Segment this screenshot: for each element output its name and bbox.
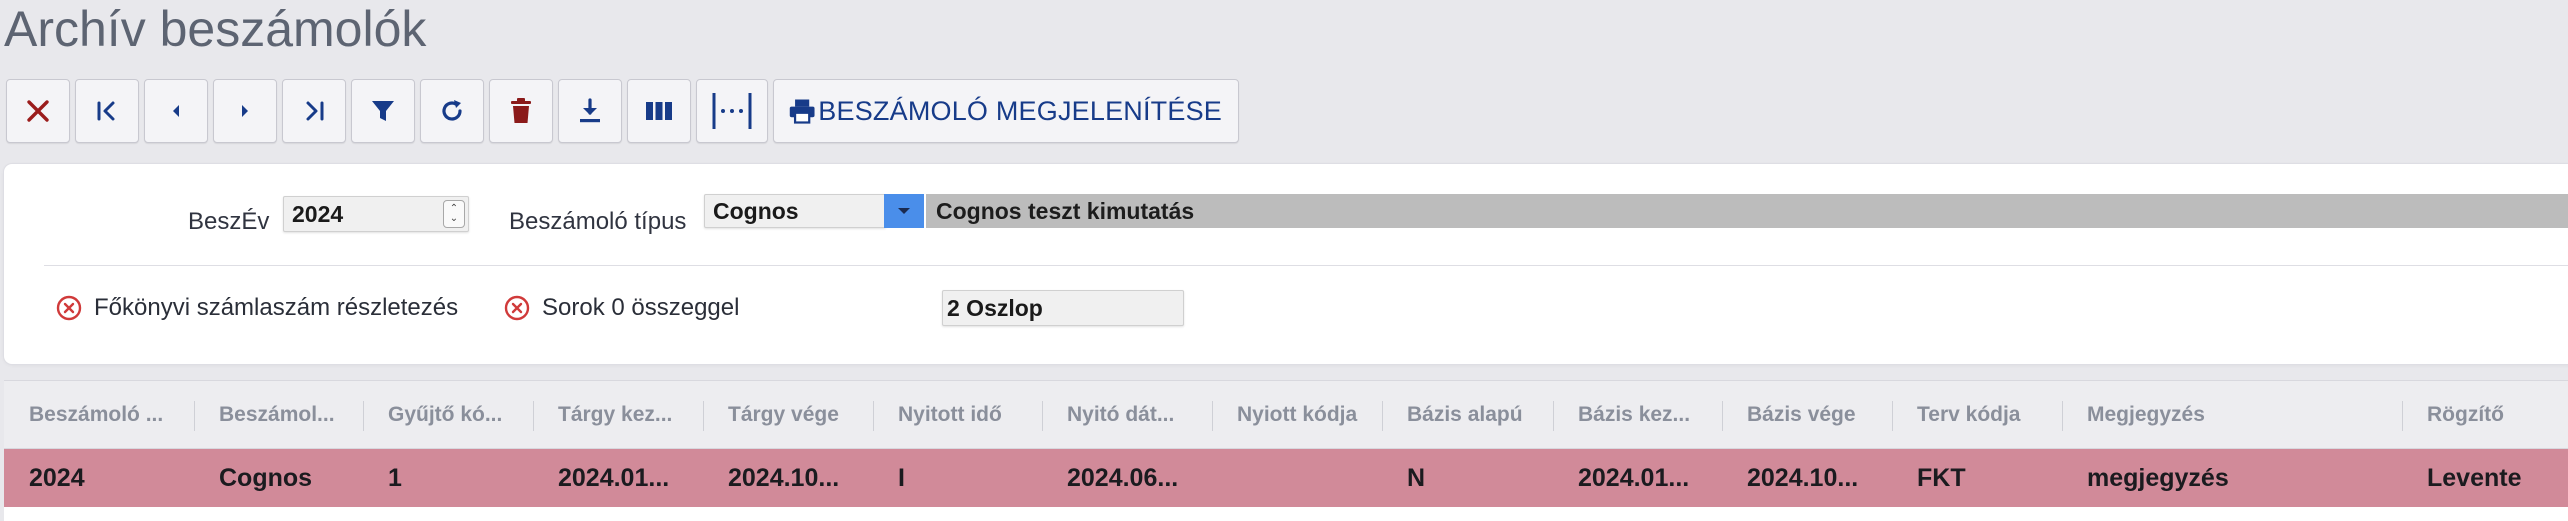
- table-cell: 2024.01...: [558, 464, 670, 492]
- column-separator[interactable]: [1042, 401, 1043, 431]
- download-icon: [580, 98, 600, 123]
- report-type-label: Beszámoló típus: [509, 208, 687, 235]
- caret-down-icon: [898, 208, 910, 214]
- column-separator[interactable]: [1722, 401, 1723, 431]
- filter-icon: [372, 101, 394, 121]
- table-cell: [1212, 449, 1382, 507]
- table-cell: 2024.01...: [1578, 464, 1690, 492]
- table-row[interactable]: 2024 Cognos 1 2024.01... 2024.10... I 2024.06.…: [4, 449, 2568, 507]
- report-type-description: Cognos teszt kimutatás: [926, 194, 2568, 228]
- show-report-label: BESZÁMOLÓ MEGJELENÍTÉSE: [818, 95, 1222, 126]
- year-value: 2024: [292, 200, 344, 227]
- column-separator[interactable]: [1212, 401, 1213, 431]
- report-type-description-text: Cognos teszt kimutatás: [936, 197, 1195, 224]
- last-page-icon: [306, 101, 324, 121]
- table-cell: 2024.10...: [728, 464, 840, 492]
- last-record-button[interactable]: [282, 79, 346, 143]
- column-header[interactable]: Tárgy vége: [703, 381, 873, 448]
- chevron-right-icon: [242, 105, 248, 117]
- refresh-button[interactable]: [420, 79, 484, 143]
- column-separator[interactable]: [363, 401, 364, 431]
- page-title: Archív beszámolók: [4, 1, 427, 57]
- report-type-value: Cognos: [713, 197, 799, 224]
- table-cell: 2024.06...: [1067, 464, 1179, 492]
- column-width-button[interactable]: [696, 79, 768, 143]
- delete-button[interactable]: [489, 79, 553, 143]
- column-header[interactable]: Bázis kez...: [1553, 381, 1722, 448]
- column-header[interactable]: Nyitó dát...: [1042, 381, 1212, 448]
- previous-record-button[interactable]: [144, 79, 208, 143]
- filter-button[interactable]: [351, 79, 415, 143]
- column-width-icon: [712, 93, 752, 129]
- column-header[interactable]: Nyiott kódja: [1212, 381, 1382, 448]
- option-ledger-label: Főkönyvi számlaszám részletezés: [94, 294, 459, 321]
- reports-grid: Beszámoló ... Beszámol... Gyűjtő kó... Tárg…: [4, 380, 2568, 521]
- column-separator[interactable]: [533, 401, 534, 431]
- column-header[interactable]: Terv kódja: [1892, 381, 2062, 448]
- close-icon: [27, 100, 49, 122]
- table-cell: 2024: [29, 464, 85, 492]
- option-zero-rows[interactable]: Sorok 0 összeggel: [504, 294, 739, 322]
- year-stepper-icon[interactable]: ⌃ ⌄: [443, 200, 465, 228]
- table-cell: Levente: [2427, 464, 2522, 492]
- grid-header: Beszámoló ... Beszámol... Gyűjtő kó... Tárg…: [4, 381, 2568, 449]
- column-header[interactable]: Bázis vége: [1722, 381, 1892, 448]
- download-button[interactable]: [558, 79, 622, 143]
- table-cell: 1: [388, 464, 402, 492]
- chevron-left-icon: [173, 105, 179, 117]
- refresh-icon: [442, 100, 462, 121]
- column-header[interactable]: Megjegyzés: [2062, 381, 2402, 448]
- column-header[interactable]: Bázis alapú: [1382, 381, 1553, 448]
- column-header[interactable]: Gyűjtő kó...: [363, 381, 533, 448]
- table-cell: megjegyzés: [2087, 464, 2229, 492]
- next-record-button[interactable]: [213, 79, 277, 143]
- year-field[interactable]: 2024 ⌃ ⌄: [283, 196, 469, 232]
- option-zero-rows-label: Sorok 0 összeggel: [542, 294, 740, 321]
- first-record-button[interactable]: [75, 79, 139, 143]
- report-type-select[interactable]: Cognos: [704, 194, 886, 228]
- table-cell: I: [898, 464, 905, 492]
- column-separator[interactable]: [194, 401, 195, 431]
- column-header[interactable]: Rögzítő: [2402, 381, 2568, 448]
- year-label: BeszÉv: [188, 208, 270, 235]
- report-type-dropdown-button[interactable]: [884, 194, 924, 228]
- table-cell: 2024.10...: [1747, 464, 1859, 492]
- column-header[interactable]: Beszámol...: [194, 381, 363, 448]
- form-divider: [44, 265, 2568, 266]
- column-separator[interactable]: [2062, 401, 2063, 431]
- columns-icon: [646, 102, 672, 120]
- close-button[interactable]: [6, 79, 70, 143]
- column-separator[interactable]: [703, 401, 704, 431]
- toolbar: BESZÁMOLÓ MEGJELENÍTÉSE: [6, 78, 1239, 144]
- column-header[interactable]: Tárgy kez...: [533, 381, 703, 448]
- column-header[interactable]: Beszámoló ...: [4, 381, 194, 448]
- table-cell: FKT: [1917, 464, 1966, 492]
- column-header[interactable]: Nyitott idő: [873, 381, 1042, 448]
- first-page-icon: [97, 101, 115, 121]
- column-separator[interactable]: [1553, 401, 1554, 431]
- column-separator[interactable]: [2402, 401, 2403, 431]
- column-separator[interactable]: [1892, 401, 1893, 431]
- report-form-panel: BeszÉv 2024 ⌃ ⌄ Beszámoló típus Cognos Co…: [4, 164, 2568, 364]
- table-cell: Cognos: [219, 464, 313, 492]
- column-separator[interactable]: [1382, 401, 1383, 431]
- table-cell: N: [1407, 464, 1426, 492]
- option-ledger-detail[interactable]: Főkönyvi számlaszám részletezés: [56, 294, 458, 322]
- columns-button[interactable]: [627, 79, 691, 143]
- unchecked-circle-x-icon: [504, 295, 530, 321]
- unchecked-circle-x-icon: [56, 295, 82, 321]
- column-separator[interactable]: [873, 401, 874, 431]
- show-report-button[interactable]: BESZÁMOLÓ MEGJELENÍTÉSE: [773, 79, 1239, 143]
- trash-icon: [511, 98, 531, 123]
- columns-value: 2 Oszlop: [947, 294, 1043, 321]
- printer-icon: [789, 99, 815, 124]
- columns-select[interactable]: 2 Oszlop: [942, 290, 1184, 326]
